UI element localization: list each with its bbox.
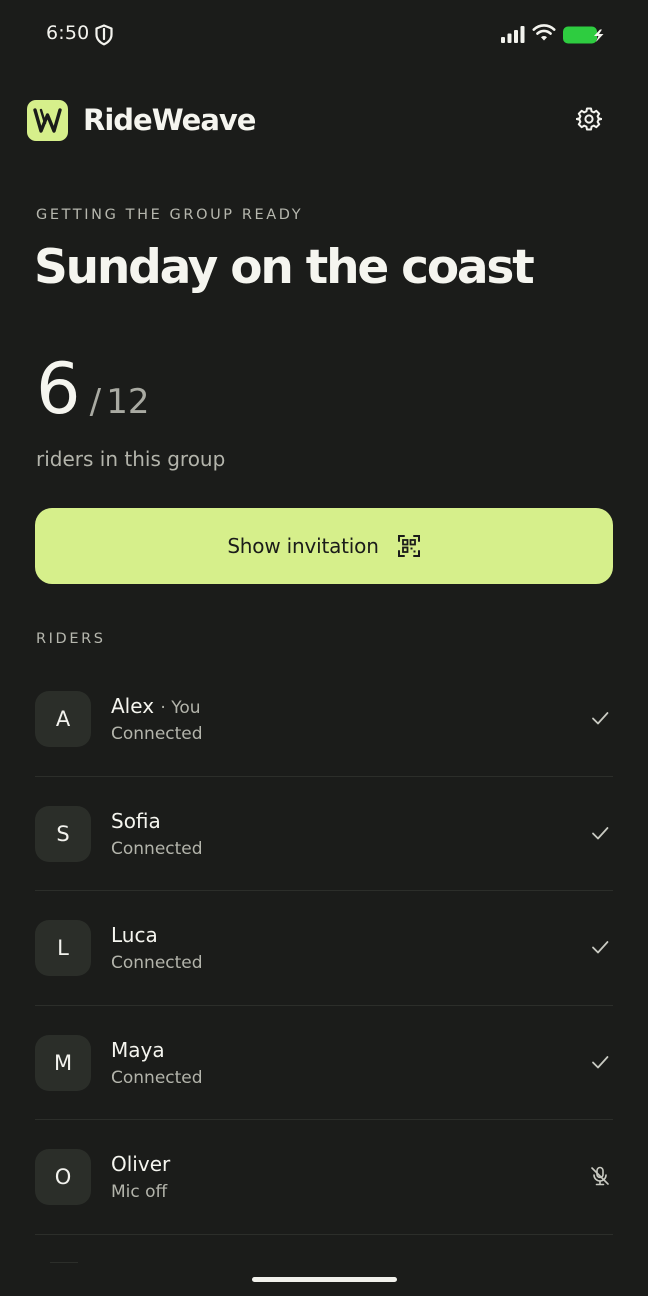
rider-count: 6 / 12 bbox=[36, 348, 149, 438]
check-icon bbox=[592, 826, 609, 839]
show-invitation-button[interactable]: Show invitation bbox=[35, 508, 613, 584]
app-header: RideWeave bbox=[0, 90, 648, 154]
rider-row[interactable]: L Luca Connected bbox=[35, 891, 613, 1006]
avatar: A bbox=[35, 691, 91, 747]
rider-name-line: Sofia bbox=[111, 809, 161, 833]
list-item-partial bbox=[50, 1262, 78, 1263]
rider-row[interactable]: M Maya Connected bbox=[35, 1006, 613, 1120]
rider-name: Oliver bbox=[111, 1152, 171, 1176]
rider-name: Maya bbox=[111, 1037, 165, 1062]
page-title: Sunday on the coast bbox=[34, 240, 535, 295]
avatar: L bbox=[35, 920, 91, 976]
avatar: O bbox=[35, 1149, 91, 1205]
rider-you-tag: · You bbox=[160, 698, 201, 718]
rider-list: A Alex · You Connected S Sofia Connected… bbox=[35, 662, 613, 1235]
wifi-icon bbox=[532, 24, 556, 41]
avatar: S bbox=[35, 805, 91, 862]
check-icon bbox=[592, 712, 609, 725]
settings-button[interactable] bbox=[568, 98, 610, 140]
rider-status: Connected bbox=[111, 953, 203, 973]
qr-scan-icon bbox=[397, 535, 420, 557]
rider-status: Mic off bbox=[111, 1182, 168, 1202]
rider-row[interactable]: A Alex · You Connected bbox=[35, 662, 613, 777]
rider-count-current: 6 bbox=[36, 348, 81, 430]
rider-count-separator: / bbox=[89, 382, 102, 422]
rider-name-line: Luca bbox=[111, 923, 158, 947]
rider-name-line: Oliver bbox=[111, 1152, 170, 1176]
section-eyebrow: GETTING THE GROUP READY bbox=[36, 207, 304, 223]
cellular-signal-icon bbox=[501, 26, 525, 43]
riders-section-label: RIDERS bbox=[36, 631, 106, 647]
status-bar: 6:50 bbox=[0, 0, 648, 70]
home-indicator[interactable] bbox=[252, 1277, 397, 1282]
rider-name: Alex bbox=[111, 694, 155, 718]
rider-status: Connected bbox=[111, 724, 203, 744]
rider-row[interactable]: S Sofia Connected bbox=[35, 777, 613, 891]
app-name: RideWeave bbox=[83, 103, 256, 137]
check-icon bbox=[592, 941, 609, 954]
rider-count-max: 12 bbox=[106, 382, 150, 422]
rider-row[interactable]: O Oliver Mic off bbox=[35, 1120, 613, 1235]
rider-count-caption: riders in this group bbox=[36, 447, 226, 471]
battery-charging-icon bbox=[563, 26, 604, 44]
rider-status: Connected bbox=[111, 838, 203, 859]
rider-name-line: Alex · You bbox=[111, 694, 201, 718]
mic-off-icon bbox=[591, 1166, 609, 1186]
shield-icon bbox=[95, 24, 113, 46]
app-logo bbox=[27, 100, 68, 141]
gear-icon bbox=[576, 107, 602, 131]
check-icon bbox=[592, 1055, 609, 1068]
rider-name-line: Maya bbox=[111, 1038, 165, 1062]
rider-name: Luca bbox=[111, 923, 158, 947]
show-invitation-label: Show invitation bbox=[227, 534, 379, 558]
rider-name: Sofia bbox=[111, 808, 161, 833]
rider-status: Connected bbox=[111, 1067, 203, 1088]
rideweave-logo-icon bbox=[33, 108, 62, 133]
avatar: M bbox=[35, 1034, 91, 1091]
status-time: 6:50 bbox=[46, 22, 90, 44]
